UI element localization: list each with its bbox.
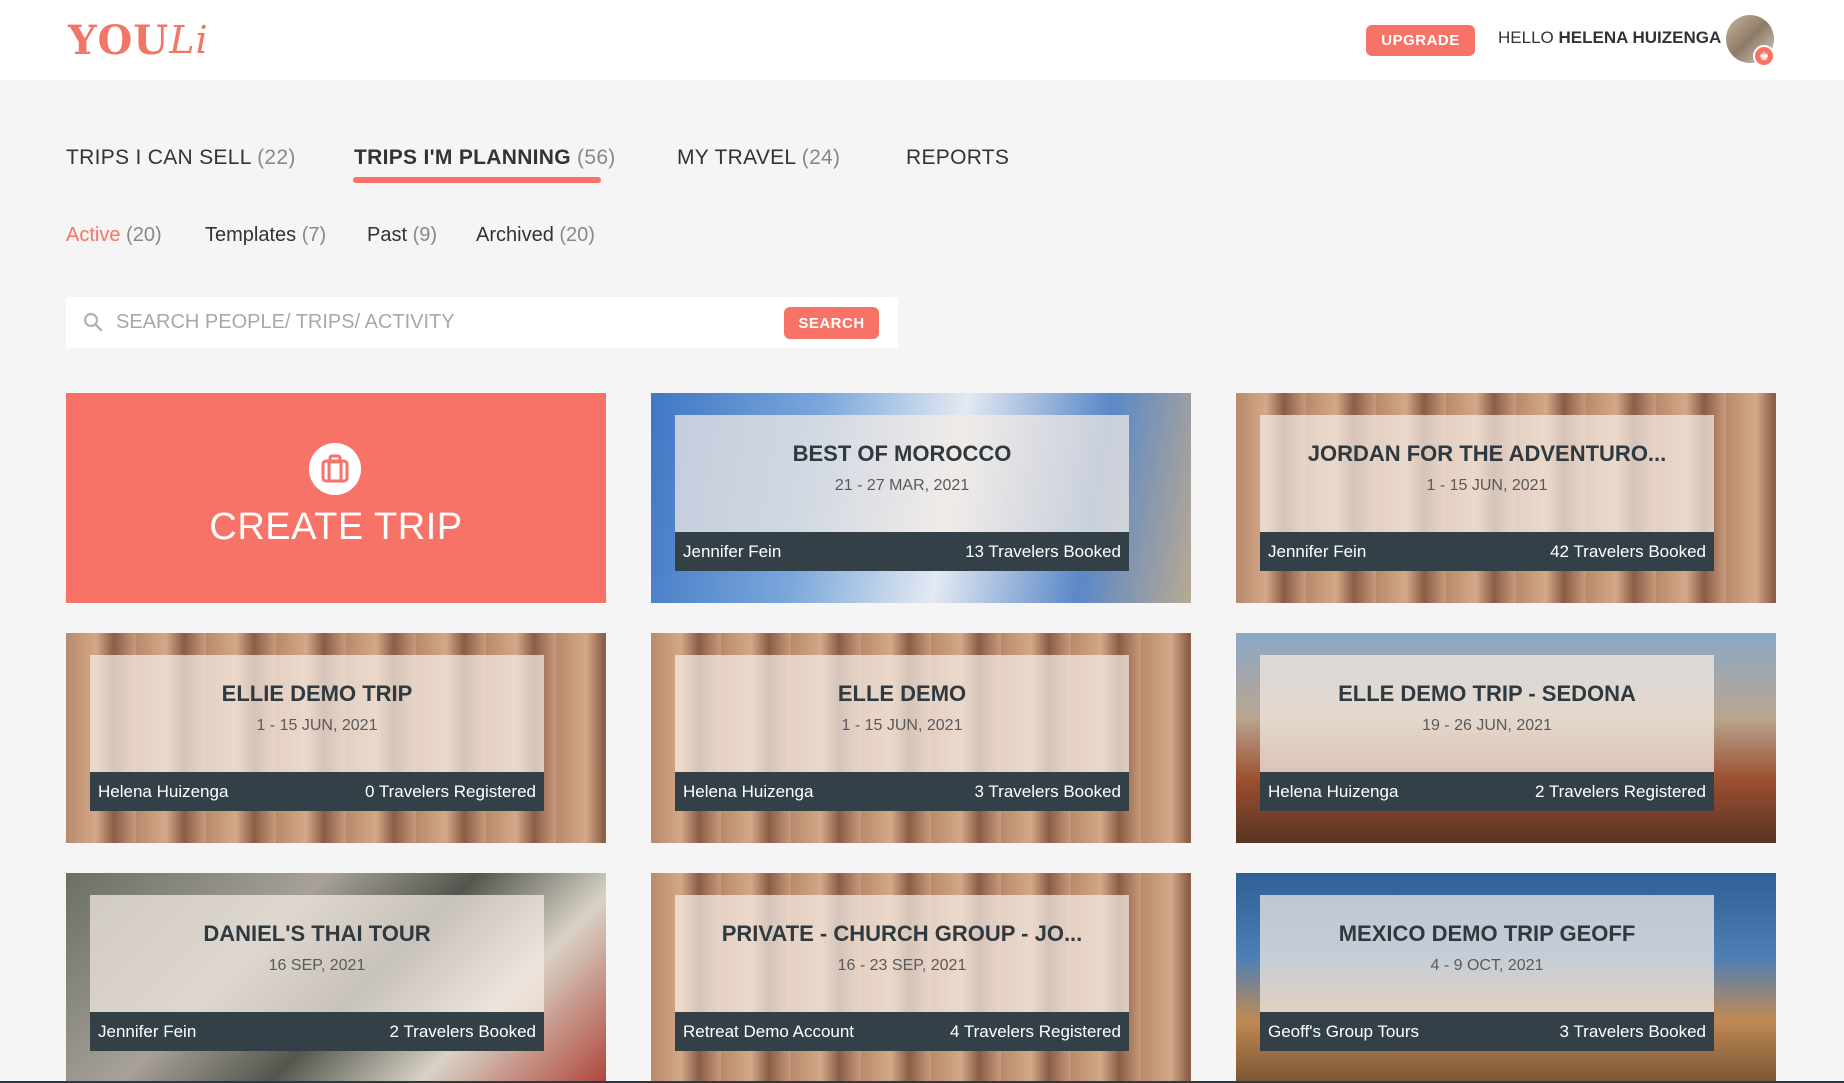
trip-travelers-count: 3 Travelers Booked	[1559, 1022, 1706, 1041]
trip-title: ELLIE DEMO TRIP	[221, 681, 413, 706]
tab-my-travel[interactable]: MY TRAVEL (24)	[677, 146, 840, 170]
tab-count: (24)	[801, 146, 841, 169]
tab-trips-i-can-sell[interactable]: TRIPS I CAN SELL (22)	[66, 146, 296, 170]
tab-label: TRIPS I CAN SELL	[66, 146, 251, 169]
subtab-count: (20)	[126, 224, 162, 246]
trip-travelers-count: 0 Travelers Registered	[364, 782, 536, 801]
youli-logo[interactable]: YOU Li	[68, 16, 209, 64]
tab-reports[interactable]: REPORTS	[906, 146, 1009, 170]
subtab-count: (20)	[559, 224, 595, 246]
tab-count: (22)	[257, 146, 296, 169]
user-greeting: HELLO HELENA HUIZENGA	[1498, 28, 1721, 48]
create-trip-card[interactable]: CREATE TRIP	[66, 393, 606, 603]
top-header: YOU Li UPGRADE HELLO HELENA HUIZENGA ♚	[0, 0, 1844, 80]
trip-title: MEXICO DEMO TRIP GEOFF	[1338, 921, 1636, 946]
search-icon	[83, 312, 103, 332]
trip-owner: Jennifer Fein	[1268, 542, 1367, 561]
upgrade-button[interactable]: UPGRADE	[1366, 25, 1475, 56]
trip-owner: Helena Huizenga	[683, 782, 814, 801]
trip-owner: Helena Huizenga	[98, 782, 229, 801]
create-trip-label: CREATE TRIP	[209, 506, 463, 548]
trip-title: BEST OF MOROCCO	[792, 441, 1012, 466]
trip-dates: 16 - 23 SEP, 2021	[837, 957, 967, 974]
trip-owner: Helena Huizenga	[1268, 782, 1399, 801]
search-input[interactable]	[116, 305, 766, 339]
active-tab-indicator	[353, 177, 601, 183]
crown-badge-icon: ♚	[1753, 45, 1775, 67]
subtab-label: Templates	[205, 224, 297, 246]
subtab-templates[interactable]: Templates (7)	[205, 224, 326, 247]
tab-count: (56)	[577, 146, 616, 169]
tab-trips-im-planning[interactable]: TRIPS I'M PLANNING (56)	[354, 146, 616, 170]
suitcase-icon	[309, 443, 361, 495]
logo-text-script: Li	[169, 18, 209, 62]
trip-owner: Geoff's Group Tours	[1268, 1022, 1419, 1041]
trip-travelers-count: 2 Travelers Booked	[389, 1022, 536, 1041]
trip-title: DANIEL'S THAI TOUR	[203, 921, 431, 946]
trip-title: PRIVATE - CHURCH GROUP - JO...	[721, 921, 1083, 946]
subtab-count: (9)	[412, 224, 438, 246]
trip-card[interactable]: BEST OF MOROCCO 21 - 27 MAR, 2021 Jennif…	[651, 393, 1191, 603]
trip-title: JORDAN FOR THE ADVENTURO...	[1307, 441, 1667, 466]
greeting-text: HELLO	[1498, 28, 1554, 47]
tab-label: TRIPS I'M PLANNING	[354, 146, 571, 169]
trip-card[interactable]: MEXICO DEMO TRIP GEOFF 4 - 9 OCT, 2021 G…	[1236, 873, 1776, 1083]
trip-card[interactable]: JORDAN FOR THE ADVENTURO... 1 - 15 JUN, …	[1236, 393, 1776, 603]
trip-card[interactable]: ELLE DEMO TRIP - SEDONA 19 - 26 JUN, 202…	[1236, 633, 1776, 843]
trip-card[interactable]: PRIVATE - CHURCH GROUP - JO... 16 - 23 S…	[651, 873, 1191, 1083]
trip-title: ELLE DEMO TRIP - SEDONA	[1338, 681, 1636, 706]
trip-dates: 4 - 9 OCT, 2021	[1430, 957, 1544, 974]
trip-travelers-count: 42 Travelers Booked	[1550, 542, 1706, 561]
trip-travelers-count: 4 Travelers Registered	[949, 1022, 1121, 1041]
trip-travelers-count: 3 Travelers Booked	[974, 782, 1121, 801]
tab-label: MY TRAVEL	[677, 146, 796, 169]
trip-owner: Jennifer Fein	[98, 1022, 197, 1041]
subtab-count: (7)	[301, 224, 327, 246]
subtab-label: Active	[66, 224, 121, 246]
trip-owner: Retreat Demo Account	[683, 1022, 855, 1041]
subtab-archived[interactable]: Archived (20)	[476, 224, 595, 247]
trip-card[interactable]: ELLIE DEMO TRIP 1 - 15 JUN, 2021 Helena …	[66, 633, 606, 843]
trip-travelers-count: 2 Travelers Registered	[1534, 782, 1706, 801]
trip-card[interactable]: ELLE DEMO 1 - 15 JUN, 2021 Helena Huizen…	[651, 633, 1191, 843]
subtab-past[interactable]: Past (9)	[367, 224, 437, 247]
trip-dates: 1 - 15 JUN, 2021	[1426, 477, 1548, 494]
trip-dates: 1 - 15 JUN, 2021	[841, 717, 963, 734]
trip-title: ELLE DEMO	[837, 681, 967, 706]
trip-travelers-count: 13 Travelers Booked	[965, 542, 1121, 561]
user-name: HELENA HUIZENGA	[1558, 28, 1722, 47]
tab-label: REPORTS	[906, 146, 1010, 169]
subtab-label: Past	[367, 224, 408, 246]
trip-dates: 19 - 26 JUN, 2021	[1422, 717, 1552, 734]
trip-card[interactable]: DANIEL'S THAI TOUR 16 SEP, 2021 Jennifer…	[66, 873, 606, 1083]
logo-text-main: YOU	[68, 16, 170, 64]
subtab-label: Archived	[476, 224, 554, 246]
trip-dates: 21 - 27 MAR, 2021	[834, 477, 970, 494]
trip-owner: Jennifer Fein	[683, 542, 782, 561]
search-button[interactable]: SEARCH	[784, 307, 879, 339]
trip-dates: 16 SEP, 2021	[268, 957, 366, 974]
subtab-active[interactable]: Active (20)	[66, 224, 162, 247]
trip-dates: 1 - 15 JUN, 2021	[256, 717, 378, 734]
